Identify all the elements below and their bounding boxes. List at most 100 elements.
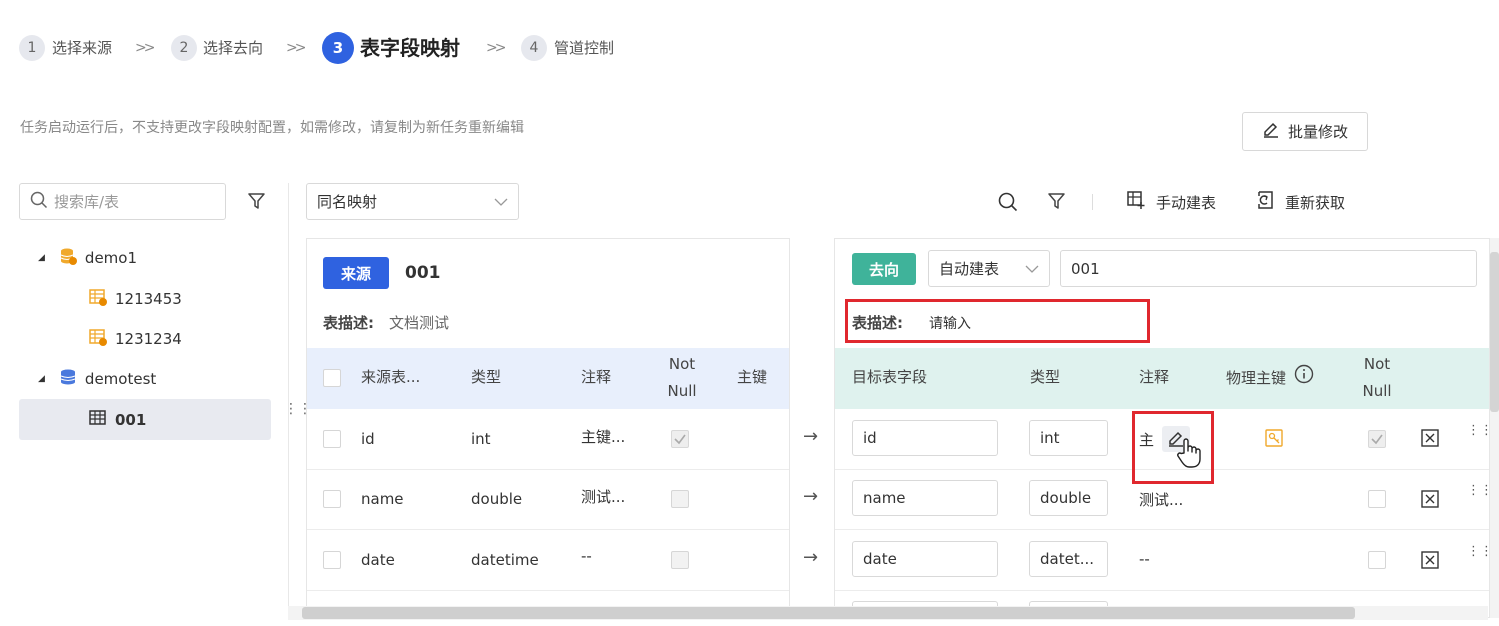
refresh-icon — [1255, 190, 1275, 214]
collapse-caret-icon: ◢ — [38, 253, 45, 263]
target-table-name-input[interactable]: 001 — [1060, 250, 1477, 287]
tree-node-demo1[interactable]: ◢ demo1 — [38, 246, 137, 270]
step-4-label[interactable]: 管道控制 — [554, 35, 614, 61]
target-comment-cell: -- — [1139, 550, 1150, 568]
row-checkbox[interactable] — [323, 490, 341, 508]
source-comment-cell: -- — [581, 547, 592, 565]
tree-node-table[interactable]: 1213453 — [89, 287, 182, 311]
mapping-select[interactable]: 同名映射 — [306, 183, 519, 220]
filter-icon[interactable] — [1047, 192, 1066, 215]
step-3-label[interactable]: 表字段映射 — [360, 32, 460, 64]
refetch-button[interactable]: 重新获取 — [1255, 191, 1345, 213]
step-2-label[interactable]: 选择去向 — [203, 35, 263, 61]
step-4-circle[interactable]: 4 — [521, 35, 547, 61]
target-tag: 去向 — [852, 253, 916, 285]
source-tag: 来源 — [323, 257, 389, 289]
create-mode-value: 自动建表 — [939, 260, 1000, 278]
source-panel: 来源 001 表描述: 文档测试 来源表... 类型 注释 Not Null 主… — [306, 238, 790, 618]
database-icon — [59, 247, 77, 269]
row-drag-handle-icon[interactable]: ⋮⋮ — [1467, 484, 1489, 497]
table-icon — [89, 409, 107, 431]
highlight-box-desc — [845, 299, 1150, 343]
database-icon — [59, 368, 77, 390]
notnull-checkbox[interactable] — [1368, 551, 1386, 569]
row-drag-handle-icon[interactable]: ⋮⋮ — [1467, 545, 1489, 558]
target-header-type: 类型 — [1030, 368, 1061, 386]
config-hint: 任务启动运行后，不支持更改字段映射配置，如需修改，请复制为新任务重新编辑 — [20, 120, 524, 136]
source-comment-cell: 测试... — [581, 488, 626, 506]
target-field-input[interactable]: date — [852, 541, 998, 577]
target-header-notnull: Not Null — [1362, 351, 1392, 405]
step-3-circle[interactable]: 3 — [322, 32, 354, 64]
notnull-checkbox-checked — [1368, 430, 1386, 448]
source-field-cell: date — [361, 551, 395, 569]
row-checkbox[interactable] — [323, 551, 341, 569]
collapse-caret-icon: ◢ — [38, 374, 45, 384]
step-1-circle[interactable]: 1 — [19, 35, 45, 61]
primary-key-icon[interactable] — [1265, 429, 1283, 451]
info-icon[interactable] — [1294, 364, 1314, 393]
tree-node-label: demo1 — [84, 249, 138, 267]
delete-field-icon[interactable] — [1421, 429, 1439, 451]
source-type-cell: int — [471, 430, 491, 448]
table-warning-icon — [89, 328, 107, 350]
chevron-down-icon — [1025, 260, 1039, 278]
mapping-arrow-icon: → — [803, 486, 819, 507]
target-header-field: 目标表字段 — [852, 368, 928, 386]
tree-node-table-001[interactable]: 001 — [89, 408, 146, 432]
notnull-checkbox-checked — [671, 430, 689, 448]
mapping-arrow-icon: → — [803, 426, 819, 447]
target-field-input[interactable]: id — [852, 420, 998, 456]
target-type-input[interactable]: int — [1029, 420, 1108, 456]
target-type-input[interactable]: double — [1029, 480, 1108, 516]
step-1-label[interactable]: 选择来源 — [52, 35, 112, 61]
row-drag-handle-icon[interactable]: ⋮⋮ — [1467, 424, 1489, 437]
step-separator-icon: >> — [135, 40, 156, 56]
search-icon[interactable] — [998, 192, 1018, 216]
step-2-circle[interactable]: 2 — [171, 35, 197, 61]
row-checkbox[interactable] — [323, 430, 341, 448]
target-field-input[interactable]: name — [852, 480, 998, 516]
manual-create-label: 手动建表 — [1156, 193, 1217, 212]
search-input[interactable]: 搜索库/表 — [19, 183, 226, 220]
target-header-pk-label: 物理主键 — [1226, 369, 1287, 387]
source-desc-label: 表描述: — [323, 314, 374, 332]
create-mode-select[interactable]: 自动建表 — [928, 250, 1050, 287]
row-divider — [835, 529, 1489, 530]
chevron-down-icon — [494, 193, 508, 211]
delete-field-icon[interactable] — [1421, 490, 1439, 512]
tree-node-demotest[interactable]: ◢ demotest — [38, 367, 156, 391]
source-header-field: 来源表... — [361, 368, 421, 386]
tree-node-table[interactable]: 1231234 — [89, 327, 182, 351]
horizontal-scrollbar-thumb[interactable] — [302, 607, 1355, 619]
source-header-pk: 主键 — [737, 368, 768, 386]
tree-filter-icon[interactable] — [247, 192, 266, 215]
target-header-comment: 注释 — [1139, 368, 1170, 386]
notnull-line1: Not — [668, 355, 696, 373]
vertical-scrollbar-thumb[interactable] — [1490, 252, 1499, 412]
manual-create-button[interactable]: 手动建表 — [1126, 191, 1216, 213]
row-divider — [307, 469, 789, 470]
notnull-checkbox[interactable] — [1368, 490, 1386, 508]
step-separator-icon: >> — [486, 40, 507, 56]
tree-node-label: 001 — [115, 411, 147, 429]
tree-node-label: 1213453 — [115, 290, 182, 308]
notnull-line2: Null — [667, 382, 697, 400]
panel-divider — [288, 183, 289, 613]
row-divider — [835, 590, 1489, 591]
batch-edit-label: 批量修改 — [1287, 123, 1348, 141]
notnull-line2: Null — [1362, 382, 1392, 400]
notnull-checkbox — [671, 490, 689, 508]
delete-field-icon[interactable] — [1421, 551, 1439, 573]
select-all-checkbox[interactable] — [323, 369, 341, 387]
toolbar-divider — [1092, 194, 1093, 210]
target-type-input[interactable]: datet... — [1029, 541, 1108, 577]
row-divider — [307, 590, 789, 591]
search-icon — [30, 191, 48, 213]
source-table-name: 001 — [405, 263, 441, 283]
batch-edit-button[interactable]: 批量修改 — [1242, 112, 1368, 151]
highlight-box-comment-edit — [1132, 411, 1214, 484]
source-comment-cell: 主键... — [581, 428, 626, 446]
mapping-arrow-icon: → — [803, 547, 819, 568]
tree-node-label: 1231234 — [115, 330, 182, 348]
